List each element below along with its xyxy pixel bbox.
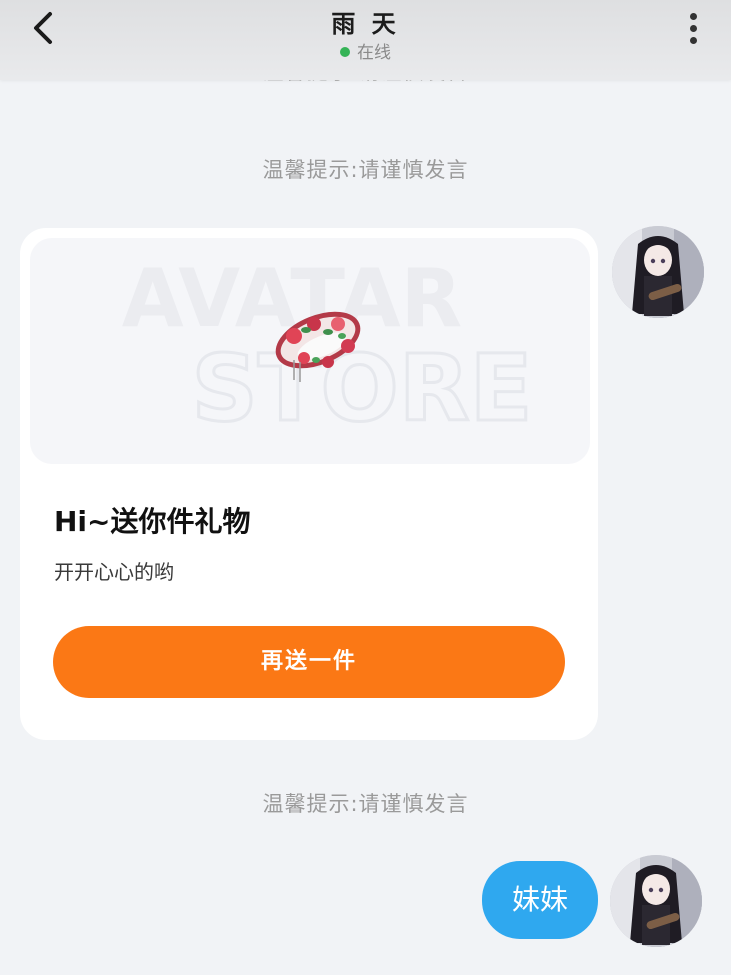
- chat-title: 雨 天: [331, 10, 400, 38]
- system-notice-2: 温馨提示:请谨慎发言: [262, 792, 469, 816]
- floral-headband-icon: [275, 311, 361, 382]
- online-status-label: 在线: [357, 43, 391, 63]
- anime-girl-avatar-icon: [610, 855, 702, 947]
- user-avatar[interactable]: [612, 226, 704, 318]
- message-bubble[interactable]: 妹妹: [482, 861, 598, 939]
- online-status: 在线: [0, 38, 731, 63]
- gift-image-area: AVATAR STORE: [30, 238, 590, 464]
- system-notice: 温馨提示:请谨慎发言: [262, 158, 469, 182]
- online-dot-icon: [340, 47, 350, 57]
- more-options-button[interactable]: [685, 10, 701, 50]
- chat-header: 雨 天 在线: [0, 0, 731, 80]
- self-avatar[interactable]: [610, 855, 702, 947]
- gift-card[interactable]: AVATAR STORE Hi~送你件礼物 开开心心的哟 再送一件: [20, 228, 598, 740]
- gift-subtitle: 开开心心的哟: [54, 560, 174, 584]
- anime-girl-avatar-icon: [612, 226, 704, 318]
- send-another-gift-button[interactable]: 再送一件: [53, 626, 565, 698]
- more-vertical-icon: [685, 13, 701, 44]
- gift-title: Hi~送你件礼物: [54, 505, 251, 538]
